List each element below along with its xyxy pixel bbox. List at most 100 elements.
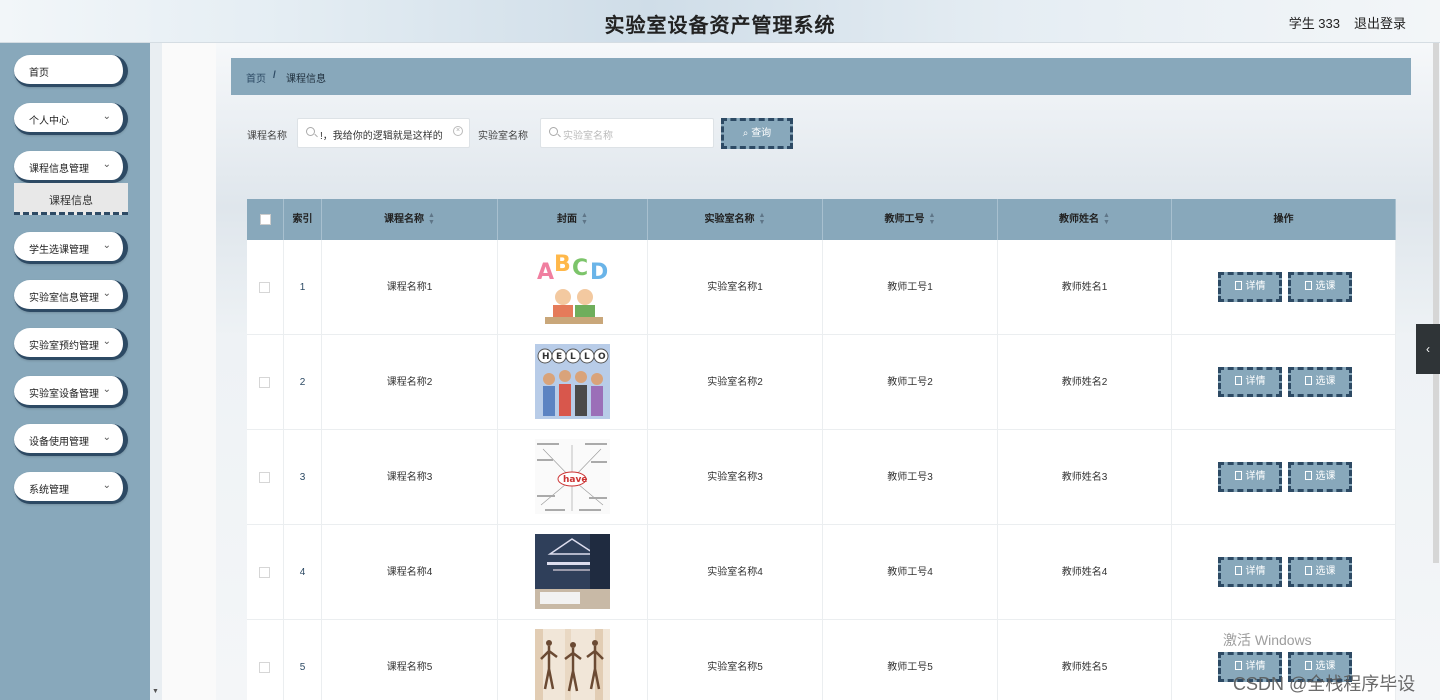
course-cover-image: have xyxy=(535,439,610,514)
document-icon xyxy=(1234,281,1242,290)
lab-name-placeholder: 实验室名称 xyxy=(563,131,613,142)
breadcrumb-separator: / xyxy=(273,70,276,81)
document-icon xyxy=(1304,281,1312,290)
svg-text:B: B xyxy=(554,252,571,277)
column-header-label: 索引 xyxy=(292,214,313,225)
row-checkbox[interactable] xyxy=(259,567,270,578)
search-icon: ⌕ xyxy=(742,128,749,139)
sidebar-item-8[interactable]: 系统管理 ⌄ xyxy=(14,472,128,504)
document-icon xyxy=(1304,566,1312,575)
column-header-3[interactable]: 实验室名称 ▲ ▼ xyxy=(648,199,823,240)
query-button[interactable]: ⌕ 查询 xyxy=(721,118,793,149)
detail-button-label: 详情 xyxy=(1245,566,1266,577)
row-checkbox[interactable] xyxy=(259,472,270,483)
table-row: 2 课程名称2 实验室名称2 教师工号2 教师姓名2 H E L L O 详情 选课 xyxy=(247,335,1396,430)
column-header-5[interactable]: 教师姓名 ▲ ▼ xyxy=(998,199,1172,240)
sort-caret-icon[interactable]: ▲ ▼ xyxy=(581,212,588,226)
column-header-label: 教师工号 xyxy=(884,214,925,225)
course-name-value: !，我给你的逻辑就是这样的 xyxy=(320,131,443,142)
collapse-panel-chevron-icon[interactable]: ‹ xyxy=(1416,324,1440,374)
activate-windows-watermark: 激活 Windows xyxy=(1223,632,1312,648)
row-checkbox[interactable] xyxy=(259,282,270,293)
column-header-label: 封面 xyxy=(557,214,578,225)
lab-name-input[interactable]: 实验室名称 xyxy=(540,118,714,148)
detail-button-label: 详情 xyxy=(1245,281,1266,292)
detail-button[interactable]: 详情 xyxy=(1218,367,1282,397)
teacher-no-cell: 教师工号3 xyxy=(823,430,998,525)
submenu-item-course-info[interactable]: 课程信息 xyxy=(14,183,128,215)
page-scrollbar-thumb[interactable] xyxy=(1433,43,1439,563)
sidebar-item-label: 首页 xyxy=(29,68,49,79)
row-select-cell xyxy=(247,335,284,430)
chevron-down-icon: ⌄ xyxy=(102,432,111,443)
detail-button[interactable]: 详情 xyxy=(1218,557,1282,587)
column-header-6: 操作 xyxy=(1172,199,1396,240)
sidebar-item-4[interactable]: 实验室信息管理 ⌄ xyxy=(14,280,128,312)
row-checkbox[interactable] xyxy=(259,377,270,388)
document-icon xyxy=(1304,376,1312,385)
select-course-button[interactable]: 选课 xyxy=(1288,557,1352,587)
sidebar-item-label: 实验室预约管理 xyxy=(29,341,99,352)
breadcrumb-home[interactable]: 首页 xyxy=(246,70,266,85)
column-header-1[interactable]: 课程名称 ▲ ▼ xyxy=(322,199,498,240)
svg-text:L: L xyxy=(570,352,576,362)
sort-caret-icon[interactable]: ▲ ▼ xyxy=(759,212,766,226)
course-name-label: 课程名称 xyxy=(247,131,287,142)
actions-cell xyxy=(1172,525,1396,620)
column-header-0: 索引 xyxy=(284,199,322,240)
search-icon xyxy=(306,127,315,136)
select-course-button[interactable]: 选课 xyxy=(1288,462,1352,492)
sort-caret-icon[interactable]: ▲ ▼ xyxy=(929,212,936,226)
sidebar-item-0[interactable]: 首页 xyxy=(14,55,128,87)
column-header-2[interactable]: 封面 ▲ ▼ xyxy=(498,199,648,240)
sidebar-item-2[interactable]: 课程信息管理 ⌄ xyxy=(14,151,128,183)
course-name-input[interactable]: !，我给你的逻辑就是这样的 × xyxy=(297,118,470,148)
detail-button[interactable]: 详情 xyxy=(1218,272,1282,302)
column-header-label: 教师姓名 xyxy=(1059,214,1100,225)
row-select-cell xyxy=(247,525,284,620)
csdn-watermark: CSDN @全栈程序毕设 xyxy=(1233,674,1416,694)
clear-icon[interactable]: × xyxy=(453,126,463,136)
teacher-name-cell: 教师姓名3 xyxy=(998,430,1172,525)
svg-text:D: D xyxy=(590,260,608,285)
sidebar-item-7[interactable]: 设备使用管理 ⌄ xyxy=(14,424,128,456)
table-row: 3 课程名称3 实验室名称3 教师工号3 教师姓名3 have 详情 选课 xyxy=(247,430,1396,525)
breadcrumb-current: 课程信息 xyxy=(286,74,326,85)
index-cell: 5 xyxy=(284,620,322,700)
select-course-button-label: 选课 xyxy=(1315,376,1336,387)
sidebar-item-5[interactable]: 实验室预约管理 ⌄ xyxy=(14,328,128,360)
lab-name-cell: 实验室名称2 xyxy=(648,335,823,430)
chevron-down-icon: ⌄ xyxy=(102,288,111,299)
detail-button[interactable]: 详情 xyxy=(1218,462,1282,492)
course-name-cell: 课程名称5 xyxy=(322,620,498,700)
table-row: 1 课程名称1 实验室名称1 教师工号1 教师姓名1 A B C D 详情 选课 xyxy=(247,240,1396,335)
scroll-down-arrow-icon[interactable]: ▼ xyxy=(152,688,159,695)
content-left-pad xyxy=(162,43,216,700)
row-checkbox[interactable] xyxy=(259,662,270,673)
lab-name-cell: 实验室名称3 xyxy=(648,430,823,525)
sidebar-item-1[interactable]: 个人中心 ⌄ xyxy=(14,103,128,135)
select-course-button[interactable]: 选课 xyxy=(1288,272,1352,302)
sidebar-item-3[interactable]: 学生选课管理 ⌄ xyxy=(14,232,128,264)
logout-link[interactable]: 退出登录 xyxy=(1354,13,1406,32)
detail-button-label: 详情 xyxy=(1245,471,1266,482)
teacher-no-cell: 教师工号2 xyxy=(823,335,998,430)
actions-cell xyxy=(1172,335,1396,430)
row-select-cell xyxy=(247,430,284,525)
sidebar-item-label: 设备使用管理 xyxy=(29,437,89,448)
sidebar-scrollbar[interactable] xyxy=(0,43,150,700)
sort-caret-icon[interactable]: ▲ ▼ xyxy=(1103,212,1110,226)
column-header-4[interactable]: 教师工号 ▲ ▼ xyxy=(823,199,998,240)
course-cover-image: ABCD xyxy=(535,249,610,324)
sidebar-item-6[interactable]: 实验室设备管理 ⌄ xyxy=(14,376,128,408)
document-icon xyxy=(1304,661,1312,670)
select-course-button[interactable]: 选课 xyxy=(1288,367,1352,397)
svg-text:A: A xyxy=(537,260,554,285)
select-all-checkbox[interactable] xyxy=(260,214,271,225)
index-cell: 2 xyxy=(284,335,322,430)
sort-caret-icon[interactable]: ▲ ▼ xyxy=(428,212,435,226)
actions-cell xyxy=(1172,430,1396,525)
svg-text:H: H xyxy=(542,352,550,362)
page-scrollbar[interactable] xyxy=(1432,43,1440,563)
course-table: 索引 课程名称 ▲ ▼ 封面 ▲ ▼ 实验室名称 ▲ ▼ 教师工号 ▲ ▼ 教师姓名 ▲ ▼ 操作 1 课程名称1… xyxy=(247,199,1396,700)
